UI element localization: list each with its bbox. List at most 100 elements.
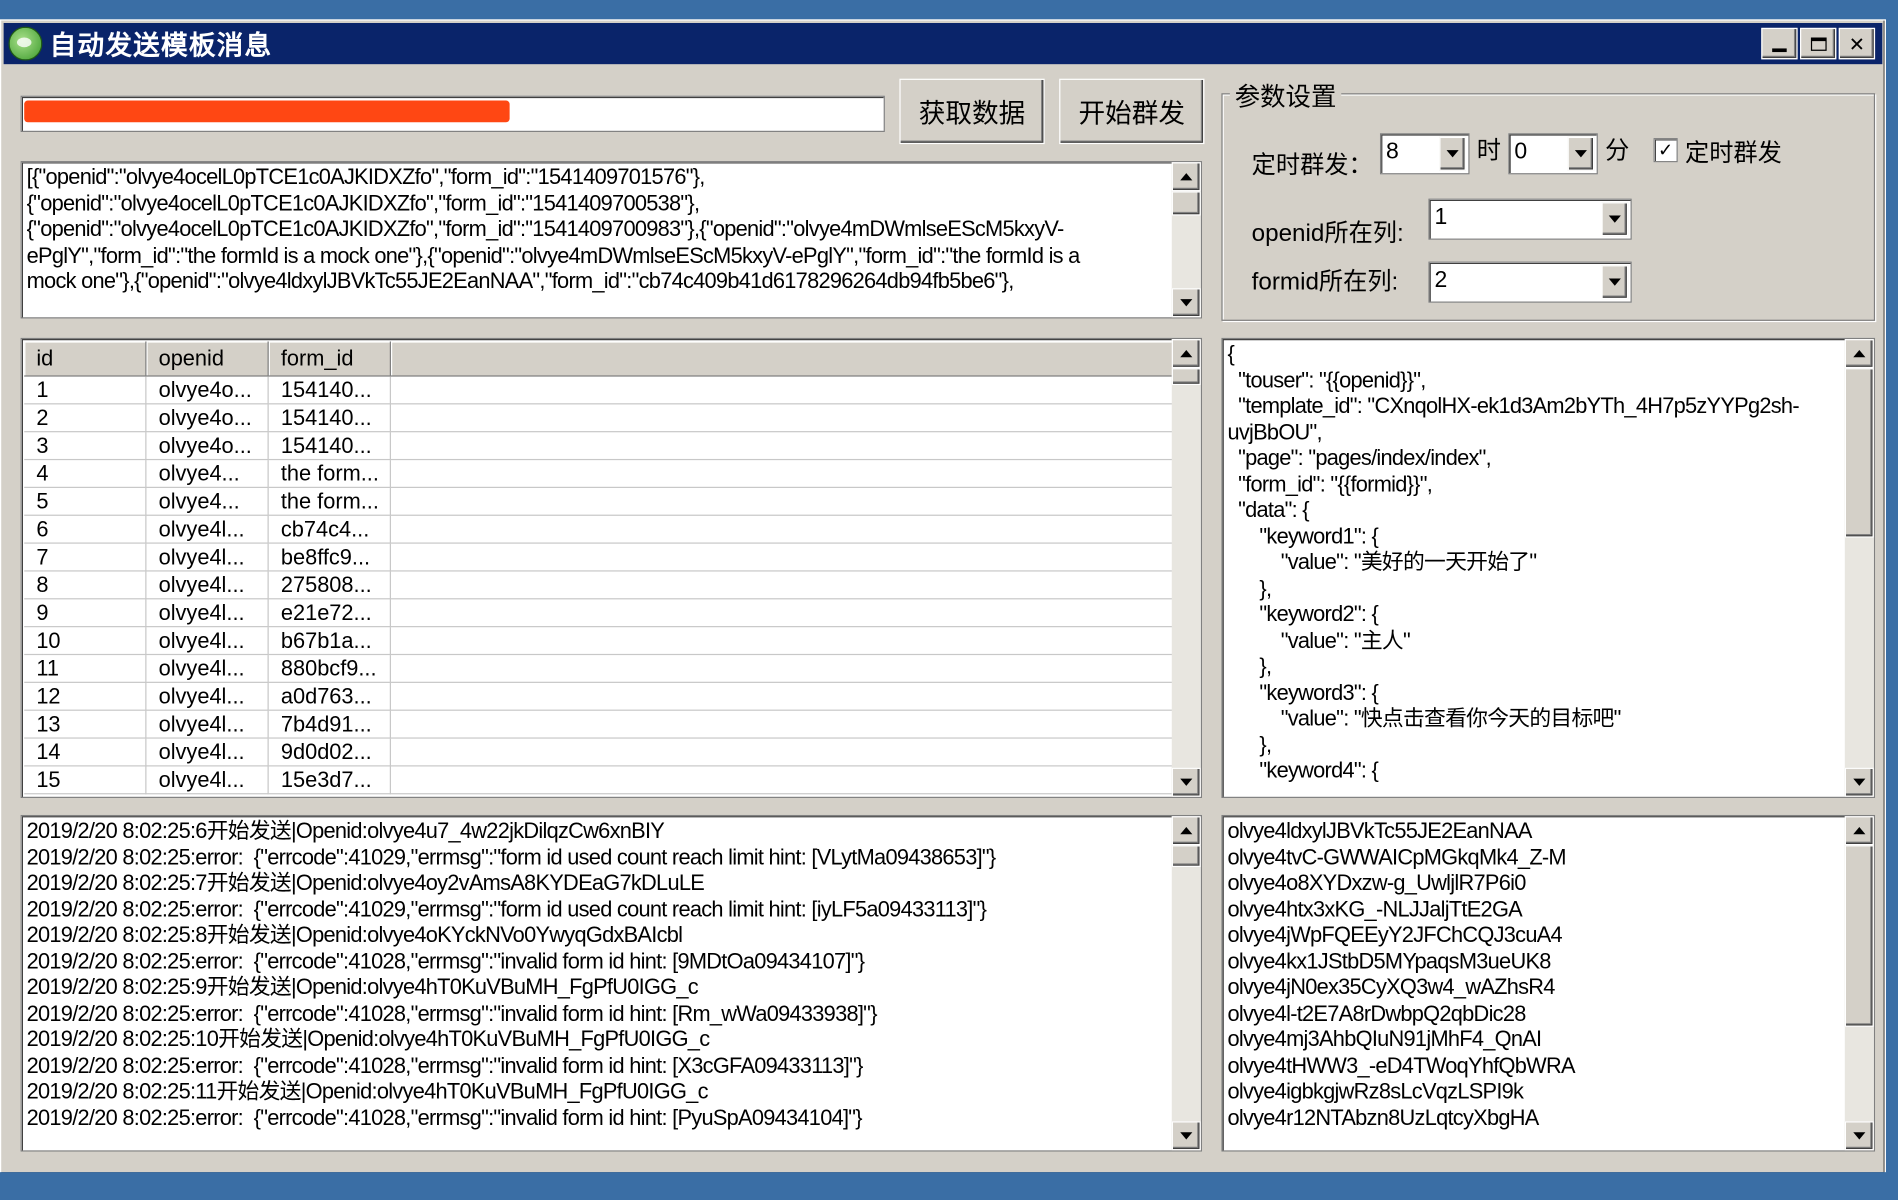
log-line: 2019/2/20 8:02:25:8开始发送|Openid:olvye4oKY… xyxy=(26,922,683,947)
maximize-button[interactable] xyxy=(1800,27,1837,60)
data-grid[interactable]: id openid form_id 1 olvye4o... 154140... 2 olv… xyxy=(20,337,1203,798)
list-item: olvye4jWpFQEEyY2JFChCQJ3cuA4 xyxy=(1227,922,1562,947)
minimize-button[interactable] xyxy=(1761,27,1798,60)
table-cell: 154140... xyxy=(268,403,391,433)
table-cell-empty xyxy=(390,543,1175,572)
fetch-data-button[interactable]: 获取数据 xyxy=(899,78,1045,145)
scroll-down-icon[interactable] xyxy=(1844,767,1874,797)
table-cell: olvye4l... xyxy=(145,570,269,600)
table-cell: 3 xyxy=(24,431,147,461)
scroll-up-icon[interactable] xyxy=(1171,816,1201,846)
table-cell-empty xyxy=(390,626,1175,656)
hour-select[interactable]: 8 xyxy=(1379,133,1470,175)
scroll-up-icon[interactable] xyxy=(1844,339,1874,369)
timer-checkbox[interactable]: ✓ xyxy=(1653,138,1678,163)
table-cell: 4 xyxy=(24,459,147,488)
table-row[interactable]: 11 olvye4l... 880bcf9... xyxy=(24,654,1175,683)
table-cell-empty xyxy=(390,570,1175,600)
scroll-thumb[interactable] xyxy=(1844,368,1874,538)
list-item: olvye4igbkgjwRz8sLcVqzLSPI9k xyxy=(1227,1078,1524,1104)
minute-select[interactable]: 0 xyxy=(1508,133,1598,175)
scroll-thumb[interactable] xyxy=(1844,845,1874,1027)
hour-value: 8 xyxy=(1386,139,1399,165)
scroll-thumb[interactable] xyxy=(1171,368,1201,386)
list-item: olvye4ldxylJBVkTc55JE2EanNAA xyxy=(1227,818,1532,843)
formid-col-select[interactable]: 2 xyxy=(1428,261,1632,303)
log-line: 2019/2/20 8:02:25:11开始发送|Openid:olvye4hT… xyxy=(26,1078,709,1104)
openid-list[interactable]: olvye4ldxylJBVkTc55JE2EanNAA olvye4tvC-GW… xyxy=(1221,814,1876,1152)
log-line: 2019/2/20 8:02:25:6开始发送|Openid:olvye4u7_… xyxy=(26,818,665,843)
table-cell: 7 xyxy=(24,543,147,572)
scroll-down-icon[interactable] xyxy=(1171,1121,1201,1151)
progress-fill xyxy=(24,100,510,123)
start-send-button[interactable]: 开始群发 xyxy=(1059,78,1205,145)
table-cell: olvye4l... xyxy=(145,738,269,767)
log-line: 2019/2/20 8:02:25:error: {"errcode":4102… xyxy=(26,1000,878,1026)
log-scrollbar[interactable] xyxy=(1171,816,1201,1151)
chevron-down-icon[interactable] xyxy=(1567,136,1595,171)
hour-unit-label: 时 xyxy=(1476,135,1502,165)
table-row[interactable]: 13 olvye4l... 7b4d91... xyxy=(24,710,1175,739)
log-line: 2019/2/20 8:02:25:error: {"errcode":4102… xyxy=(26,948,865,973)
table-cell: olvye4... xyxy=(145,487,269,516)
table-cell-empty xyxy=(390,765,1175,795)
table-row[interactable]: 5 olvye4... the form... xyxy=(24,487,1175,516)
table-row[interactable]: 15 olvye4l... 15e3d7... xyxy=(24,765,1175,795)
table-cell: 275808... xyxy=(268,570,391,600)
table-row[interactable]: 2 olvye4o... 154140... xyxy=(24,403,1175,433)
scroll-up-icon[interactable] xyxy=(1844,816,1874,846)
column-header-form-id[interactable]: form_id xyxy=(268,341,391,377)
template-line: "template_id": "CXnqolHX-ek1d3Am2bYTh_4H… xyxy=(1227,393,1799,418)
column-header-openid[interactable]: openid xyxy=(145,341,269,377)
maximize-icon xyxy=(1810,36,1827,51)
scroll-thumb[interactable] xyxy=(1171,191,1201,216)
table-cell: 11 xyxy=(24,654,147,683)
scroll-down-icon[interactable] xyxy=(1171,767,1201,797)
scroll-up-icon[interactable] xyxy=(1171,339,1201,369)
send-log[interactable]: 2019/2/20 8:02:25:6开始发送|Openid:olvye4u7_… xyxy=(20,814,1203,1152)
table-row[interactable]: 8 olvye4l... 275808... xyxy=(24,570,1175,600)
table-cell-empty xyxy=(390,459,1175,488)
chevron-down-icon[interactable] xyxy=(1439,136,1466,171)
raw-data-textarea[interactable]: [{"openid":"olvye4ocelL0pTCE1c0AJKIDXZfo… xyxy=(20,161,1203,319)
table-row[interactable]: 9 olvye4l... e21e72... xyxy=(24,598,1175,628)
raw-data-line: [{"openid":"olvye4ocelL0pTCE1c0AJKIDXZfo… xyxy=(26,164,706,189)
log-line: 2019/2/20 8:02:25:error: {"errcode":4102… xyxy=(26,896,987,921)
list-item: olvye4mj3AhbQIuN91jMhF4_QnAI xyxy=(1227,1026,1542,1052)
scroll-up-icon[interactable] xyxy=(1171,162,1201,192)
scroll-thumb[interactable] xyxy=(1171,845,1201,868)
log-line: 2019/2/20 8:02:25:error: {"errcode":4102… xyxy=(26,1052,864,1078)
app-icon xyxy=(8,26,43,61)
table-row[interactable]: 4 olvye4... the form... xyxy=(24,459,1175,488)
table-row[interactable]: 14 olvye4l... 9d0d02... xyxy=(24,738,1175,767)
table-row[interactable]: 7 olvye4l... be8ffc9... xyxy=(24,543,1175,572)
scroll-down-icon[interactable] xyxy=(1171,288,1201,318)
openid-list-scrollbar[interactable] xyxy=(1844,816,1874,1151)
table-cell: e21e72... xyxy=(268,598,391,628)
title-bar[interactable]: 自动发送模板消息 ✕ xyxy=(3,23,1883,65)
template-line: "data": { xyxy=(1227,497,1309,522)
table-cell: 9d0d02... xyxy=(268,738,391,767)
table-row[interactable]: 6 olvye4l... cb74c4... xyxy=(24,515,1175,544)
chevron-down-icon[interactable] xyxy=(1601,265,1629,300)
template-editor[interactable]: { "touser": "{{openid}}", "template_id":… xyxy=(1221,337,1876,798)
raw-data-scrollbar[interactable] xyxy=(1171,162,1201,318)
grid-scrollbar[interactable] xyxy=(1171,339,1201,797)
table-row[interactable]: 10 olvye4l... b67b1a... xyxy=(24,626,1175,656)
table-row[interactable]: 12 olvye4l... a0d763... xyxy=(24,682,1175,711)
template-text: { "touser": "{{openid}}", "template_id":… xyxy=(1227,341,1840,784)
openid-col-select[interactable]: 1 xyxy=(1428,198,1632,240)
scroll-down-icon[interactable] xyxy=(1844,1121,1874,1151)
close-button[interactable]: ✕ xyxy=(1838,27,1876,60)
column-header-id[interactable]: id xyxy=(24,341,147,377)
table-row[interactable]: 1 olvye4o... 154140... xyxy=(24,375,1175,405)
table-row[interactable]: 3 olvye4o... 154140... xyxy=(24,431,1175,461)
table-cell: be8ffc9... xyxy=(268,543,391,572)
template-line: uvjBbOU", xyxy=(1227,419,1322,444)
template-scrollbar[interactable] xyxy=(1844,339,1874,797)
template-line: "keyword1": { xyxy=(1227,523,1379,548)
template-line: "keyword2": { xyxy=(1227,601,1379,627)
chevron-down-icon[interactable] xyxy=(1601,202,1629,237)
table-cell: 13 xyxy=(24,710,147,739)
table-cell: 10 xyxy=(24,626,147,656)
